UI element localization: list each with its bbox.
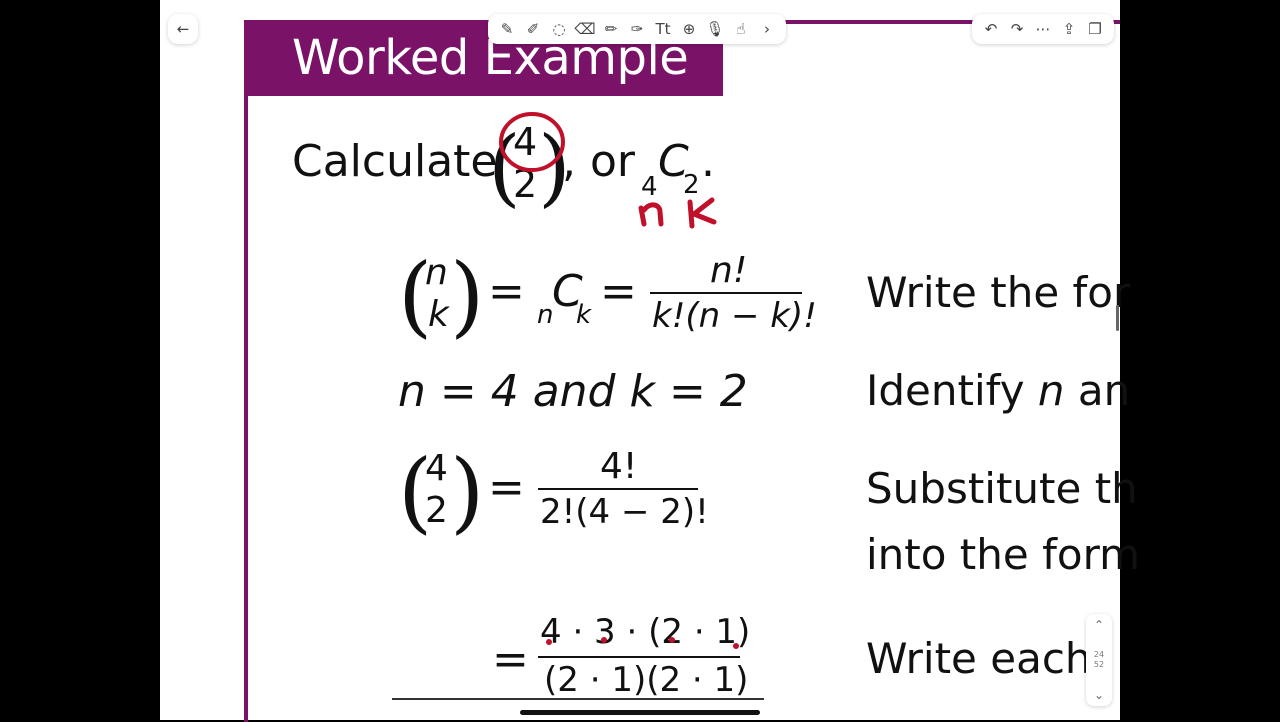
highlighter-icon[interactable]: ✐ bbox=[520, 16, 546, 42]
chevron-right-icon[interactable]: › bbox=[754, 16, 780, 42]
ink-k bbox=[687, 197, 717, 229]
current-page: 24 bbox=[1093, 650, 1105, 659]
back-button[interactable]: ← bbox=[168, 14, 198, 44]
marker-icon[interactable]: ✑ bbox=[624, 16, 650, 42]
more-icon[interactable]: ⋯ bbox=[1030, 16, 1056, 42]
home-indicator[interactable] bbox=[520, 710, 760, 715]
export-icon[interactable]: ⇪ bbox=[1056, 16, 1082, 42]
ink-annotations[interactable] bbox=[0, 0, 1280, 720]
ink-dot-2 bbox=[601, 637, 607, 643]
page-navigator: ⌃ 24 52 ⌄ bbox=[1086, 614, 1112, 706]
lasso-icon[interactable]: ◌ bbox=[546, 16, 572, 42]
pages-icon[interactable]: ❐ bbox=[1082, 16, 1108, 42]
ink-dot-4 bbox=[733, 643, 739, 649]
page-up-icon[interactable]: ⌃ bbox=[1094, 618, 1104, 632]
document-toolbar: ↶ ↷ ⋯ ⇪ ❐ bbox=[972, 14, 1114, 44]
undo-icon[interactable]: ↶ bbox=[978, 16, 1004, 42]
page-counter: 24 52 bbox=[1094, 650, 1104, 670]
back-arrow-icon: ← bbox=[176, 20, 190, 38]
microphone-icon[interactable]: 🎙 bbox=[702, 16, 728, 42]
ink-circle bbox=[499, 112, 565, 172]
pencil-icon[interactable]: ✏ bbox=[598, 16, 624, 42]
ink-dot-1 bbox=[546, 639, 552, 645]
page-down-icon[interactable]: ⌄ bbox=[1094, 688, 1104, 702]
redo-icon[interactable]: ↷ bbox=[1004, 16, 1030, 42]
pen-icon[interactable]: ✎ bbox=[494, 16, 520, 42]
drawing-toolbar: ✎ ✐ ◌ ⌫ ✏ ✑ Tt ⊕ 🎙 ☝ › bbox=[488, 14, 786, 44]
ink-n bbox=[638, 202, 664, 227]
eraser-icon[interactable]: ⌫ bbox=[572, 16, 598, 42]
ink-dot-3 bbox=[669, 637, 675, 643]
total-pages: 52 bbox=[1093, 660, 1105, 669]
touch-icon[interactable]: ☝ bbox=[728, 16, 754, 42]
scrollbar[interactable] bbox=[1116, 305, 1119, 331]
add-icon[interactable]: ⊕ bbox=[676, 16, 702, 42]
text-tool-icon[interactable]: Tt bbox=[650, 16, 676, 42]
